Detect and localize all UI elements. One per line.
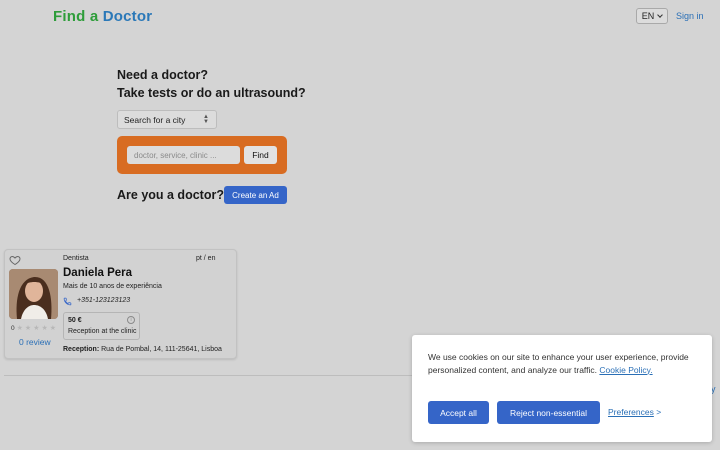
reception-address: Reception: Rua de Pombal, 14, 111-25641,…: [63, 346, 222, 353]
doctor-photo[interactable]: [9, 269, 58, 319]
doctor-experience: Mais de 10 anos de experiência: [63, 283, 162, 290]
heart-icon[interactable]: [9, 254, 21, 266]
reception-label: Reception:: [63, 346, 100, 353]
language-label: EN: [641, 11, 655, 21]
language-selector[interactable]: EN: [636, 8, 668, 24]
info-icon[interactable]: i: [127, 316, 135, 324]
logo-text-doctor: Doctor: [102, 8, 153, 25]
find-button[interactable]: Find: [244, 146, 277, 164]
chevron-right-icon: >: [656, 407, 662, 417]
doctor-card[interactable]: Dentista pt / en Daniela Pera Mais de 10…: [4, 249, 237, 359]
search-panel: doctor, service, clinic ... Find: [117, 136, 287, 174]
star-icon: ★: [16, 325, 23, 332]
service-price-box: 50 € i Reception at the clinic: [63, 312, 140, 340]
site-logo[interactable]: Find a Doctor: [53, 8, 152, 25]
cookie-banner: We use cookies on our site to enhance yo…: [412, 335, 712, 442]
doctor-specialty: Dentista: [63, 255, 89, 262]
hero-title-line2: Take tests or do an ultrasound?: [117, 86, 306, 100]
chevron-down-icon: [657, 11, 664, 18]
reception-type: Reception at the clinic: [68, 328, 137, 335]
doctor-languages: pt / en: [196, 255, 216, 262]
doctor-name[interactable]: Daniela Pera: [63, 267, 132, 279]
phone-icon: [63, 297, 72, 306]
city-select[interactable]: Search for a city ▲ ▼: [117, 110, 217, 129]
search-input[interactable]: doctor, service, clinic ...: [127, 146, 240, 164]
reviews-link[interactable]: 0 review: [19, 337, 51, 347]
preferences-label: Preferences: [608, 407, 654, 417]
star-icon: ★: [33, 325, 40, 332]
preferences-link[interactable]: Preferences >: [608, 407, 661, 417]
cookie-policy-link[interactable]: Cookie Policy.: [599, 365, 652, 375]
city-select-label: Search for a city: [124, 114, 186, 125]
service-price: 50 €: [68, 317, 82, 324]
hero-title-line1: Need a doctor?: [117, 68, 208, 82]
cookie-message: We use cookies on our site to enhance yo…: [428, 351, 698, 376]
star-icon: ★: [24, 325, 32, 332]
select-arrows-icon: ▲ ▼: [203, 114, 209, 125]
rating-value: 0: [11, 324, 15, 332]
footer-divider: [4, 375, 414, 376]
address-text: Rua de Pombal, 14, 111-25641, Lisboa: [101, 346, 222, 353]
rating: 0 ★ ★ ★ ★ ★: [11, 324, 57, 333]
doctor-question-heading: Are you a doctor?: [117, 188, 224, 202]
logo-text-find: Find a: [53, 8, 99, 25]
sign-in-link[interactable]: Sign in: [676, 11, 704, 21]
reject-non-essential-button[interactable]: Reject non-essential: [497, 401, 600, 424]
doctor-phone[interactable]: +351-123123123: [77, 297, 130, 304]
accept-all-button[interactable]: Accept all: [428, 401, 489, 424]
star-icon: ★: [49, 325, 57, 332]
create-ad-button[interactable]: Create an Ad: [224, 186, 287, 204]
star-icon: ★: [41, 325, 48, 332]
